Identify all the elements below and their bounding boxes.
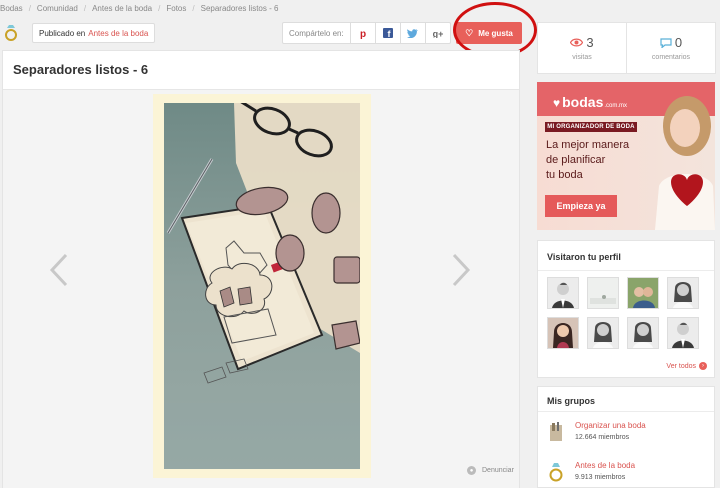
ad-brand: bodas	[562, 94, 604, 110]
report-label: Denunciar	[482, 467, 514, 474]
twitter-share-button[interactable]	[399, 23, 425, 43]
published-in-label: Publicado en	[39, 28, 86, 38]
published-in: Publicado en Antes de la boda	[32, 23, 156, 43]
divider	[538, 411, 714, 412]
heart-logo-icon: ♥	[553, 96, 561, 110]
visitor-avatar[interactable]	[627, 277, 659, 309]
photo-panel: Separadores listos - 6 ● Denunciar	[2, 50, 520, 488]
ring-icon	[5, 25, 17, 41]
google-plus-icon: g+	[432, 29, 443, 38]
heart-icon: ♡	[465, 27, 474, 38]
breadcrumb-separator: /	[83, 3, 87, 13]
ad-brand-suffix: .com.mx	[604, 103, 628, 109]
share-bar: Compártelo en: p f g+	[282, 22, 451, 44]
group-item[interactable]: Organizar una boda 12.664 miembros	[548, 419, 713, 447]
visitor-avatars	[547, 277, 699, 349]
views-label: visitas	[572, 54, 592, 61]
previous-photo-arrow-icon[interactable]	[47, 252, 71, 288]
page-title: Separadores listos - 6	[13, 62, 149, 77]
next-photo-arrow-icon[interactable]	[449, 252, 473, 288]
comments-label: comentarios	[651, 54, 691, 61]
ad-logo: ♥ bodas .com.mx	[553, 94, 627, 110]
photo-toolbar: Publicado en Antes de la boda Compártelo…	[0, 2, 537, 58]
ad-headline-line: La mejor manera	[546, 139, 630, 151]
ad-cta-button[interactable]: Empieza ya	[545, 195, 617, 217]
ad-headline: La mejor manera de planificar tu boda	[546, 138, 646, 183]
visitor-avatar[interactable]	[667, 317, 699, 349]
ad-banner[interactable]: ♥ bodas .com.mx MI ORGANIZADOR DE BODA L…	[537, 82, 715, 230]
wedding-photo[interactable]	[164, 103, 360, 469]
group-name[interactable]: Organizar una boda	[575, 421, 646, 430]
breadcrumb-separator: /	[192, 3, 195, 13]
groom-avatar-icon	[548, 278, 578, 308]
visitor-avatar[interactable]	[627, 317, 659, 349]
my-groups: Mis grupos Organizar una boda 12.664 mie…	[537, 386, 715, 488]
google-plus-share-button[interactable]: g+	[424, 23, 450, 43]
twitter-icon	[407, 28, 419, 38]
group-members: 12.664 miembros	[575, 434, 630, 441]
planner-icon	[550, 422, 562, 441]
speech-bubble-icon	[660, 37, 672, 48]
see-all-label: Ver todos	[666, 362, 696, 370]
visitors-title: Visitaron tu perfil	[547, 252, 621, 262]
ad-tagline: MI ORGANIZADOR DE BODA	[545, 122, 637, 132]
see-all-visitors-link[interactable]: Ver todos ›	[666, 362, 707, 370]
photo-avatar-icon	[548, 318, 578, 348]
breadcrumb: Bodas / Comunidad / Antes de la boda / F…	[0, 0, 520, 16]
profile-visitors: Visitaron tu perfil Ver todos ›	[537, 240, 715, 378]
eye-icon	[570, 38, 584, 47]
visitor-avatar[interactable]	[587, 277, 619, 309]
group-members: 9.913 miembros	[575, 474, 626, 481]
svg-text:g+: g+	[432, 29, 443, 38]
group-item[interactable]: Antes de la boda 9.913 miembros	[548, 459, 713, 487]
photo-avatar-icon	[628, 278, 658, 308]
chevron-right-icon: ›	[699, 362, 707, 370]
photo-frame	[153, 94, 371, 478]
like-button-label: Me gusta	[478, 28, 513, 38]
report-link[interactable]: ● Denunciar	[467, 466, 514, 475]
pinterest-share-button[interactable]: p	[349, 23, 375, 43]
ad-headline-line: de planificar	[546, 154, 606, 166]
visitor-avatar[interactable]	[667, 277, 699, 309]
views-count: 3	[586, 35, 594, 50]
like-button[interactable]: ♡ Me gusta	[456, 22, 522, 44]
svg-text:p: p	[360, 29, 366, 39]
comments-stat: 0 comentarios	[626, 23, 715, 73]
photo-avatar-icon	[588, 278, 618, 308]
photo-viewer: ● Denunciar	[3, 90, 519, 488]
bride-avatar-icon	[588, 318, 618, 348]
photo-stats: 3 visitas 0 comentarios	[537, 22, 716, 74]
ring-icon	[549, 463, 563, 482]
breadcrumb-item-comunidad[interactable]: Comunidad	[37, 4, 78, 13]
breadcrumb-item-fotos[interactable]: Fotos	[166, 4, 186, 13]
breadcrumb-item-current: Separadores listos - 6	[200, 3, 279, 13]
groom-avatar-icon	[668, 318, 698, 348]
breadcrumb-item-antes-de-la-boda[interactable]: Antes de la boda	[92, 4, 152, 13]
visitor-avatar[interactable]	[587, 317, 619, 349]
share-label: Compártelo en:	[289, 28, 344, 38]
bride-avatar-icon	[668, 278, 698, 308]
group-name[interactable]: Antes de la boda	[575, 461, 635, 470]
visitor-avatar[interactable]	[547, 317, 579, 349]
breadcrumb-separator: /	[158, 3, 161, 13]
facebook-share-button[interactable]: f	[374, 23, 400, 43]
bride-avatar-icon	[628, 318, 658, 348]
published-in-link[interactable]: Antes de la boda	[88, 29, 148, 38]
visitor-avatar[interactable]	[547, 277, 579, 309]
groups-title: Mis grupos	[547, 396, 596, 406]
comments-count: 0	[674, 35, 683, 50]
breadcrumb-item-bodas[interactable]: Bodas	[0, 4, 23, 13]
facebook-icon: f	[382, 28, 393, 38]
views-stat: 3 visitas	[538, 23, 626, 73]
divider	[538, 270, 714, 271]
breadcrumb-separator: /	[28, 3, 31, 13]
report-icon: ●	[467, 466, 476, 475]
ad-headline-line: tu boda	[546, 169, 583, 181]
pinterest-icon: p	[360, 29, 366, 39]
